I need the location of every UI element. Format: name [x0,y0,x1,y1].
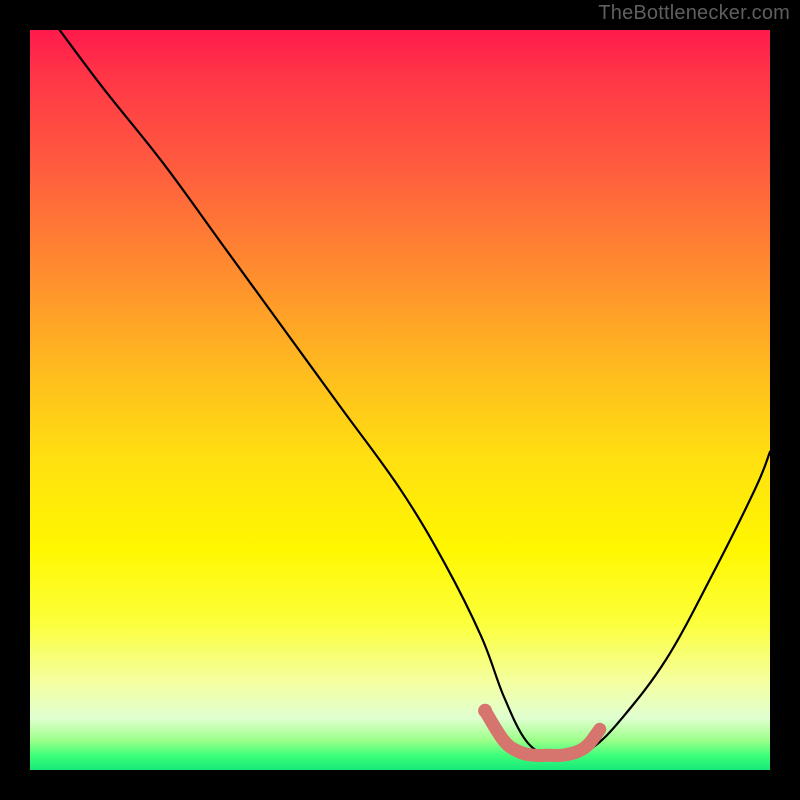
watermark-text: TheBottlenecker.com [598,2,790,25]
plot-area [30,30,770,770]
chart-frame: TheBottlenecker.com [0,0,800,800]
heatmap-gradient [30,30,770,770]
